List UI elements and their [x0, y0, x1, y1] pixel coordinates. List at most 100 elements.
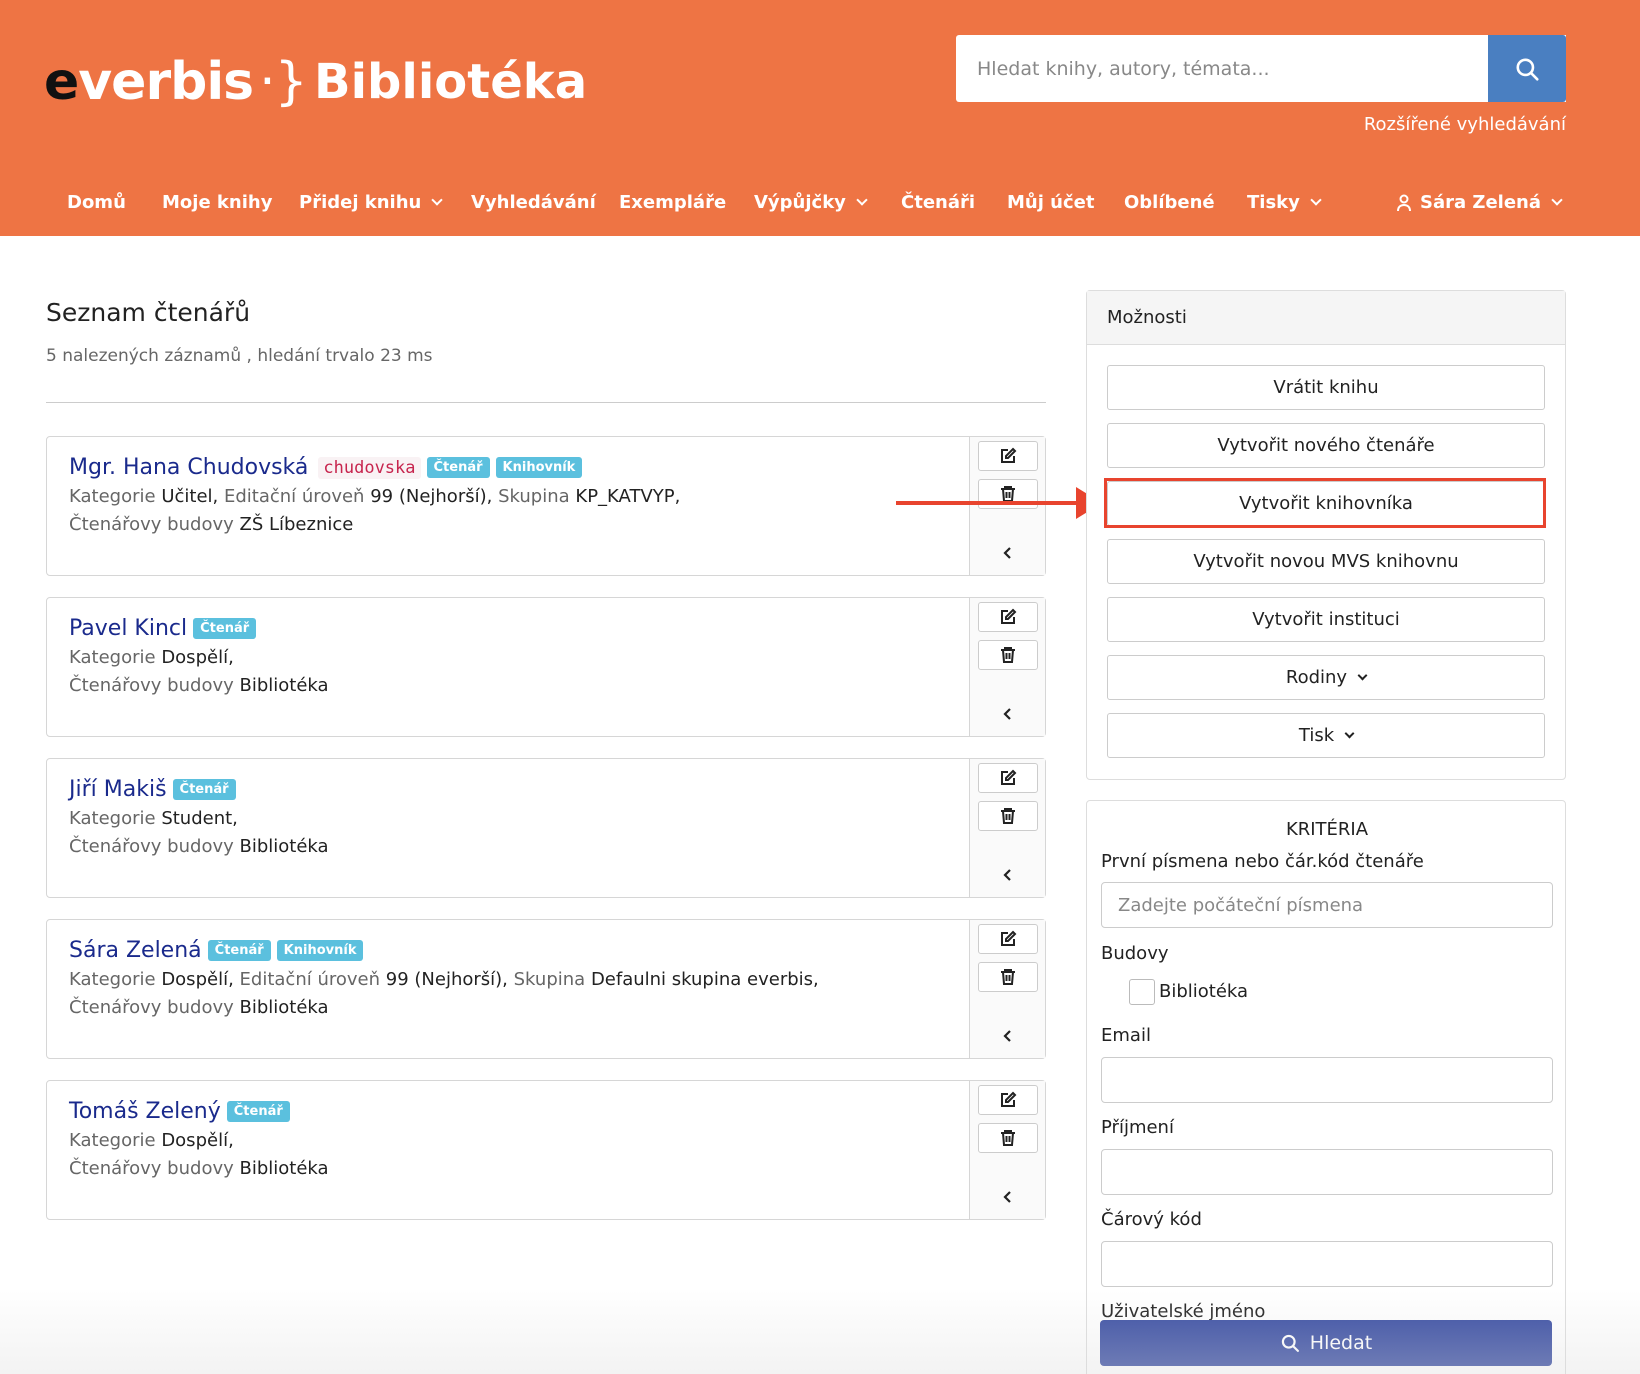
nav-copies[interactable]: Exempláře	[619, 192, 726, 213]
barcode-field[interactable]	[1101, 1241, 1553, 1287]
nav-search[interactable]: Vyhledávání	[471, 192, 596, 213]
reader-name-line: Pavel Kincl Čtenář	[69, 616, 949, 641]
edit-button[interactable]	[978, 602, 1038, 632]
header: everbis·} Bibliotéka Rozšířené vyhledává…	[0, 0, 1640, 236]
user-icon	[1397, 194, 1411, 211]
delete-button[interactable]	[978, 801, 1038, 831]
edit-button[interactable]	[978, 763, 1038, 793]
nav-user-menu[interactable]: Sára Zelená	[1396, 192, 1563, 213]
delete-button[interactable]	[978, 1123, 1038, 1153]
buildings-value: ZŠ Líbeznice	[239, 514, 354, 535]
expand-toggle[interactable]	[970, 702, 1046, 726]
create-mvs-library-button[interactable]: Vytvořit novou MVS knihovnu	[1107, 539, 1545, 584]
reader-buildings: Čtenářovy budovy Bibliotéka	[69, 1158, 949, 1180]
advanced-search-link[interactable]: Rozšířené vyhledávání	[1364, 114, 1566, 135]
reader-actions	[969, 920, 1045, 1058]
role-badge: Čtenář	[172, 779, 236, 800]
edit-button[interactable]	[978, 441, 1038, 471]
highlight-box	[1104, 478, 1546, 528]
nav-favorites[interactable]: Oblíbené	[1124, 192, 1215, 213]
chevron-left-icon	[1003, 708, 1011, 720]
nav-my-account[interactable]: Můj účet	[1007, 192, 1094, 213]
reader-card: Tomáš Zelený Čtenář Kategorie Dospělí, Čte…	[46, 1080, 1046, 1220]
nav-add-book[interactable]: Přidej knihu	[299, 192, 444, 213]
buildings-label: Budovy	[1101, 943, 1169, 964]
edit-icon	[1001, 930, 1017, 946]
reader-name-link[interactable]: Pavel Kincl	[69, 616, 187, 641]
role-badge: Knihovník	[495, 457, 583, 478]
nav-readers[interactable]: Čtenáři	[901, 192, 975, 213]
delete-button[interactable]	[978, 640, 1038, 670]
options-panel: Možnosti Vrátit knihu Vytvořit nového čt…	[1086, 290, 1566, 780]
reader-actions	[969, 1081, 1045, 1219]
buildings-key: Čtenářovy budovy	[69, 836, 234, 857]
surname-field[interactable]	[1101, 1149, 1553, 1195]
divider	[46, 402, 1046, 403]
nav-my-books[interactable]: Moje knihy	[162, 192, 272, 213]
reader-name-link[interactable]: Tomáš Zelený	[69, 1099, 221, 1124]
reader-card: Pavel Kincl Čtenář Kategorie Dospělí, Čten…	[46, 597, 1046, 737]
search-input[interactable]	[956, 35, 1566, 102]
nav-home[interactable]: Domů	[67, 192, 126, 213]
nav-prints[interactable]: Tisky	[1247, 192, 1322, 213]
buildings-value: Bibliotéka	[239, 675, 329, 696]
buildings-key: Čtenářovy budovy	[69, 1158, 234, 1179]
first-letters-input[interactable]	[1101, 882, 1553, 928]
families-dropdown[interactable]: Rodiny	[1107, 655, 1545, 700]
edit-icon	[1001, 608, 1017, 624]
detail-key: Kategorie	[69, 647, 156, 668]
reader-card-body: Sára Zelená Čtenář Knihovník Kategorie Dosp…	[69, 938, 949, 1019]
edit-icon	[1001, 769, 1017, 785]
edit-button[interactable]	[978, 1085, 1038, 1115]
detail-value: Student	[161, 808, 233, 829]
expand-toggle[interactable]	[970, 1185, 1046, 1209]
create-reader-button[interactable]: Vytvořit nového čtenáře	[1107, 423, 1545, 468]
reader-name-link[interactable]: Jiří Makiš	[69, 777, 167, 802]
return-book-button[interactable]: Vrátit knihu	[1107, 365, 1545, 410]
criteria-panel: KRITÉRIA První písmena nebo čár.kód čten…	[1086, 800, 1566, 1374]
reader-actions	[969, 759, 1045, 897]
trash-icon	[1001, 647, 1015, 663]
expand-toggle[interactable]	[970, 863, 1046, 887]
role-badge: Čtenář	[207, 940, 271, 961]
reader-details: Kategorie Dospělí,	[69, 647, 234, 668]
trash-icon	[1001, 969, 1015, 985]
reader-card-body: Mgr. Hana Chudovská chudovska Čtenář Knihov…	[69, 455, 949, 536]
buildings-key: Čtenářovy budovy	[69, 514, 234, 535]
everbis-logo[interactable]: everbis ·}	[44, 52, 308, 112]
print-dropdown[interactable]: Tisk	[1107, 713, 1545, 758]
detail-value: Učitel	[161, 486, 213, 507]
expand-toggle[interactable]	[970, 541, 1046, 565]
buildings-key: Čtenářovy budovy	[69, 997, 234, 1018]
edit-button[interactable]	[978, 924, 1038, 954]
chevron-down-icon	[1357, 670, 1368, 680]
reader-name-link[interactable]: Mgr. Hana Chudovská	[69, 455, 308, 480]
detail-value: KP_KATVYP	[575, 486, 675, 507]
edit-icon	[1001, 447, 1017, 463]
trash-icon	[1001, 1130, 1015, 1146]
create-institution-button[interactable]: Vytvořit instituci	[1107, 597, 1545, 642]
detail-key: Kategorie	[69, 969, 156, 990]
building-checkbox[interactable]	[1129, 979, 1155, 1005]
delete-button[interactable]	[978, 962, 1038, 992]
chevron-left-icon	[1003, 1191, 1011, 1203]
chevron-down-icon	[856, 194, 868, 206]
detail-key: Kategorie	[69, 1130, 156, 1151]
buildings-value: Bibliotéka	[239, 997, 329, 1018]
reader-name-link[interactable]: Sára Zelená	[69, 938, 202, 963]
trash-icon	[1001, 808, 1015, 824]
criteria-search-button[interactable]: Hledat	[1100, 1320, 1552, 1366]
email-field[interactable]	[1101, 1057, 1553, 1103]
detail-key: Kategorie	[69, 486, 156, 507]
reader-actions	[969, 598, 1045, 736]
chevron-down-icon	[1344, 728, 1355, 738]
reader-card: Jiří Makiš Čtenář Kategorie Student, Čtená…	[46, 758, 1046, 898]
expand-toggle[interactable]	[970, 1024, 1046, 1048]
search-button[interactable]	[1488, 35, 1566, 102]
detail-value: Dospělí	[161, 969, 229, 990]
nav-loans[interactable]: Výpůjčky	[754, 192, 868, 213]
chevron-left-icon	[1003, 869, 1011, 881]
building-checkbox-label[interactable]: Bibliotéka	[1159, 981, 1248, 1002]
buildings-key: Čtenářovy budovy	[69, 675, 234, 696]
site-title: Bibliotéka	[314, 54, 588, 110]
